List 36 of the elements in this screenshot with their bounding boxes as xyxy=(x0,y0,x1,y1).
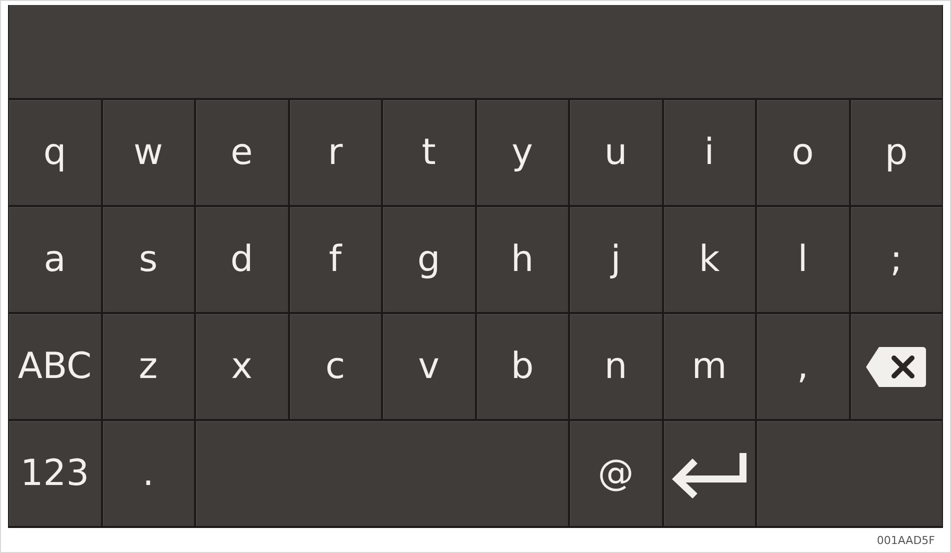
backspace-key[interactable] xyxy=(850,314,942,419)
key[interactable]: i xyxy=(664,100,755,205)
key[interactable]: g xyxy=(383,207,474,312)
key[interactable]: ABC xyxy=(9,314,100,419)
key[interactable]: k xyxy=(664,207,755,312)
key[interactable]: w xyxy=(102,100,194,205)
key[interactable]: n xyxy=(570,314,662,419)
key[interactable]: a xyxy=(9,207,100,312)
key[interactable]: j xyxy=(570,207,662,312)
key[interactable]: c xyxy=(290,314,381,419)
key[interactable]: o xyxy=(757,100,848,205)
key[interactable]: ; xyxy=(850,207,942,312)
key[interactable]: @ xyxy=(570,421,662,526)
key[interactable]: . xyxy=(102,421,194,526)
key[interactable]: t xyxy=(383,100,474,205)
key[interactable]: e xyxy=(196,100,288,205)
key[interactable]: 123 xyxy=(9,421,100,526)
key[interactable]: x xyxy=(196,314,288,419)
enter-key[interactable] xyxy=(664,421,755,526)
key[interactable]: s xyxy=(102,207,194,312)
key[interactable]: b xyxy=(476,314,568,419)
key[interactable]: z xyxy=(102,314,194,419)
key[interactable]: f xyxy=(290,207,381,312)
backspace-icon xyxy=(865,346,928,388)
key[interactable]: m xyxy=(664,314,755,419)
key[interactable]: h xyxy=(476,207,568,312)
key[interactable]: , xyxy=(757,314,848,419)
key[interactable]: l xyxy=(757,207,848,312)
key[interactable]: u xyxy=(570,100,662,205)
key[interactable]: y xyxy=(476,100,568,205)
figure-id: 001AAD5F xyxy=(876,534,935,547)
key[interactable]: q xyxy=(9,100,100,205)
key[interactable]: p xyxy=(850,100,942,205)
key[interactable]: v xyxy=(383,314,474,419)
key[interactable]: r xyxy=(290,100,381,205)
key[interactable]: d xyxy=(196,207,288,312)
